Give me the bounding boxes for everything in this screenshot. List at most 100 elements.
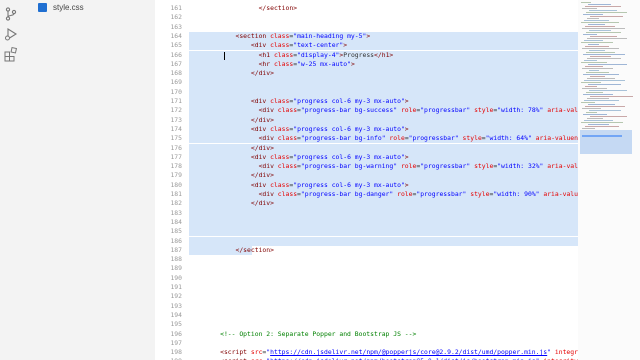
minimap-line — [582, 28, 625, 29]
code-line[interactable]: 164 <section class="main-heading my-5"> — [155, 31, 578, 42]
minimap-line — [587, 38, 627, 39]
code-line[interactable]: 162 — [155, 13, 578, 22]
code-text: <section class="main-heading my-5"> — [197, 32, 370, 41]
minimap-line — [588, 24, 605, 25]
code-token: "progressbar" — [420, 106, 471, 115]
code-token: class — [270, 59, 294, 68]
line-number: 183 — [170, 208, 182, 217]
minimap-line — [585, 106, 625, 107]
code-token: </section> — [235, 245, 274, 254]
code-token: class — [270, 50, 294, 59]
code-token: </div> — [250, 143, 274, 152]
code-line[interactable]: 173 </div> — [155, 115, 578, 125]
code-line[interactable]: 196 <!-- Option 2: Separate Popper and B… — [155, 330, 578, 339]
code-line[interactable]: 172 <div class="progress-bar bg-success"… — [155, 106, 578, 116]
code-line[interactable]: 169 — [155, 78, 578, 88]
minimap-line — [586, 72, 609, 73]
code-text: </div> — [197, 116, 274, 125]
code-token: <div — [258, 134, 274, 143]
line-number: 195 — [170, 320, 182, 329]
code-line[interactable]: 191 — [155, 283, 578, 292]
minimap-line — [585, 46, 609, 47]
code-token: https://cdn.jsdelivr.net/npm/@popperjs/c… — [270, 348, 548, 357]
minimap-line — [581, 42, 613, 43]
minimap-line — [582, 68, 613, 69]
code-line[interactable]: 165 <div class="text-center"> — [155, 41, 578, 51]
code-line[interactable]: 194 — [155, 311, 578, 320]
code-line[interactable]: 188 — [155, 255, 578, 264]
code-line[interactable]: 161 </section> — [155, 4, 578, 13]
css-file-icon — [38, 2, 47, 12]
minimap-line — [587, 18, 599, 19]
code-line[interactable]: 168 </div> — [155, 69, 578, 79]
code-line[interactable]: 190 — [155, 274, 578, 283]
code-line[interactable]: 178 <div class="progress-bar bg-warning"… — [155, 162, 578, 172]
selection-highlight — [189, 208, 578, 218]
code-token: src — [247, 348, 263, 357]
code-token: <h1 — [258, 50, 271, 59]
code-token: <hr — [258, 59, 271, 68]
minimap-line — [582, 48, 619, 49]
explorer-file-item[interactable]: style.css — [38, 1, 84, 13]
code-token: <div — [258, 106, 274, 115]
selection-highlight — [189, 217, 578, 228]
line-number: 189 — [170, 264, 182, 273]
line-number: 172 — [170, 106, 182, 115]
code-token: > — [350, 59, 355, 68]
code-line[interactable]: 175 <div class="progress-bar bg-info" ro… — [155, 134, 578, 144]
code-line[interactable]: 192 — [155, 292, 578, 301]
selection-highlight — [189, 87, 578, 97]
code-line[interactable]: 195 — [155, 320, 578, 329]
code-line[interactable]: 180 <div class="progress col-6 my-3 mx-a… — [155, 180, 578, 190]
code-line[interactable]: 166 <h1 class="display-4">Progress</h1> — [155, 50, 578, 60]
line-number: 196 — [170, 329, 182, 338]
code-line[interactable]: 193 — [155, 302, 578, 311]
code-token: "progress-bar bg-warning" — [300, 162, 398, 171]
code-line[interactable]: 170 — [155, 87, 578, 97]
code-line[interactable]: 187 </section> — [155, 245, 578, 256]
code-line[interactable]: 177 <div class="progress col-6 my-3 mx-a… — [155, 152, 578, 163]
code-line[interactable]: 171 <div class="progress col-6 my-3 mx-a… — [155, 97, 578, 107]
source-control-icon[interactable] — [3, 6, 19, 22]
minimap-line — [582, 8, 597, 9]
code-token: style — [458, 134, 482, 143]
code-line[interactable]: 176 </div> — [155, 143, 578, 153]
minimap-line — [587, 118, 603, 119]
minimap-line — [589, 10, 617, 11]
code-editor[interactable]: 161 </section> 162 163 164 <section class="… — [155, 0, 578, 360]
extensions-icon[interactable] — [3, 46, 19, 62]
code-text: </div> — [197, 69, 274, 78]
code-line[interactable]: 163 — [155, 23, 578, 32]
code-line[interactable]: 197 — [155, 339, 578, 348]
minimap-line — [583, 74, 619, 75]
code-line[interactable]: 179 </div> — [155, 171, 578, 181]
code-token: class — [266, 31, 290, 40]
code-line[interactable]: 198 <script src="https://cdn.jsdelivr.ne… — [155, 348, 578, 357]
code-line[interactable]: 182 </div> — [155, 199, 578, 209]
code-line[interactable]: 174 <div class="progress col-6 my-3 mx-a… — [155, 124, 578, 135]
code-line[interactable]: 186 — [155, 236, 578, 246]
minimap-line — [588, 124, 609, 125]
minimap[interactable] — [578, 0, 640, 360]
code-line[interactable]: 167 <hr class="w-25 mx-auto"> — [155, 59, 578, 70]
run-debug-icon[interactable] — [3, 26, 19, 42]
code-line[interactable]: 189 — [155, 264, 578, 273]
minimap-line — [582, 128, 595, 129]
code-text: <script src="https://cdn.jsdelivr.net/np… — [197, 348, 578, 357]
code-token: > — [343, 41, 348, 50]
minimap-line — [590, 16, 623, 17]
code-token: "progress col-6 my-3 mx-auto" — [293, 97, 405, 105]
code-line[interactable]: 181 <div class="progress-bar bg-danger" … — [155, 190, 578, 200]
code-token: "progress col-6 my-3 mx-auto" — [293, 180, 405, 189]
minimap-line — [587, 98, 609, 99]
minimap-line — [583, 14, 603, 15]
code-text: <div class="text-center"> — [197, 41, 347, 50]
code-line[interactable]: 184 — [155, 217, 578, 228]
code-line[interactable]: 185 — [155, 227, 578, 237]
minimap-line — [589, 70, 599, 71]
code-text: <div class="progress-bar bg-info" role="… — [197, 134, 578, 143]
code-line[interactable]: 183 — [155, 208, 578, 218]
